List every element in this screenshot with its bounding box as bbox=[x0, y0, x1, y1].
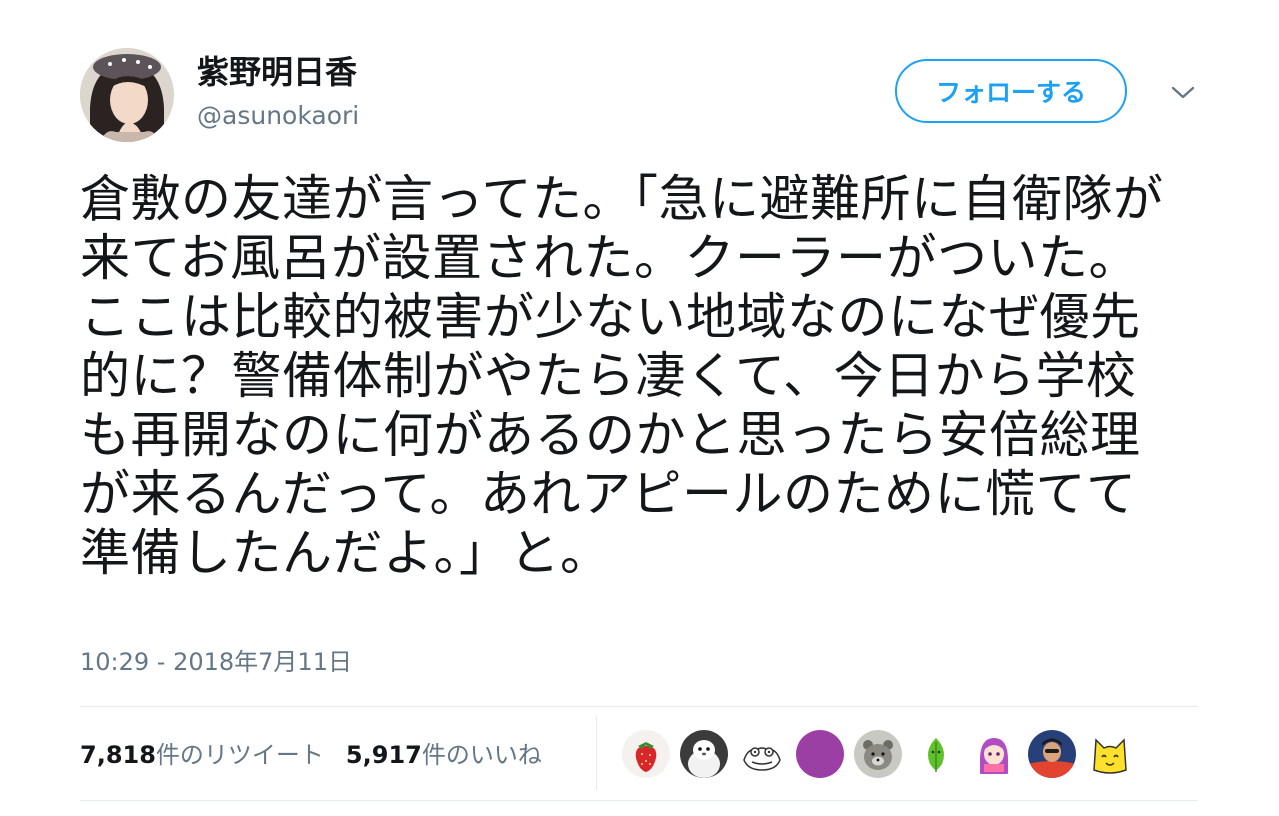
liker-avatar[interactable] bbox=[854, 730, 902, 778]
follow-button[interactable]: フォローする bbox=[895, 59, 1127, 123]
bear-avatar bbox=[854, 730, 902, 778]
liker-avatar[interactable] bbox=[622, 730, 670, 778]
author-handle[interactable]: @asunokaori bbox=[197, 100, 359, 132]
liker-avatar[interactable] bbox=[738, 730, 786, 778]
liker-avatar[interactable] bbox=[970, 730, 1018, 778]
retweet-count: 7,818 bbox=[80, 740, 156, 769]
liker-avatar[interactable] bbox=[1028, 730, 1076, 778]
strawberry-avatar bbox=[622, 730, 670, 778]
anime-girl-avatar bbox=[970, 730, 1018, 778]
retweet-label: 件のリツイート bbox=[155, 740, 324, 769]
tweet-stats: 7,818 件のリツイート 5,917 件のいいね bbox=[80, 734, 542, 770]
green-leaf-avatar bbox=[912, 730, 960, 778]
retweet-count-link[interactable]: 7,818 件のリツイート bbox=[80, 735, 324, 770]
purple-circle-avatar bbox=[796, 730, 844, 778]
chevron-down-icon bbox=[1171, 86, 1195, 99]
tweet-menu-button[interactable] bbox=[1164, 78, 1202, 108]
yellow-cat-avatar bbox=[1086, 730, 1134, 778]
liker-avatar[interactable] bbox=[912, 730, 960, 778]
like-label: 件のいいね bbox=[421, 740, 542, 769]
liker-avatars bbox=[622, 727, 1144, 781]
like-count-link[interactable]: 5,917 件のいいね bbox=[346, 735, 542, 770]
frog-sketch-avatar bbox=[738, 730, 786, 778]
white-ferret-avatar bbox=[680, 730, 728, 778]
like-count: 5,917 bbox=[345, 740, 422, 769]
liker-avatar[interactable] bbox=[680, 730, 728, 778]
liker-avatar[interactable] bbox=[796, 730, 844, 778]
author-avatar[interactable] bbox=[80, 48, 174, 142]
liker-avatar[interactable] bbox=[1086, 730, 1134, 778]
stats-bottom-divider bbox=[80, 800, 1198, 801]
user-portrait-avatar bbox=[80, 48, 174, 142]
tweet-text: 倉敷の友達が言ってた。「急に避難所に自衛隊が来てお風呂が設置された。クーラーがつ… bbox=[80, 170, 1164, 582]
stats-vertical-divider bbox=[596, 716, 597, 790]
tweet-timestamp[interactable]: 10:29 - 2018年7月11日 bbox=[80, 646, 352, 678]
author-display-name[interactable]: 紫野明日香 bbox=[197, 52, 357, 92]
person-avatar bbox=[1028, 730, 1076, 778]
stats-top-divider bbox=[80, 706, 1198, 707]
